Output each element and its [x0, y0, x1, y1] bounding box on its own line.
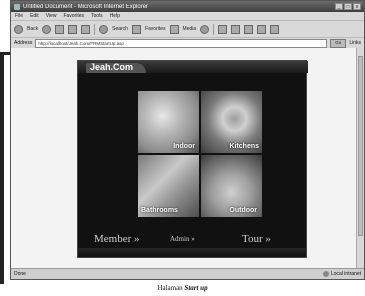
figure-caption: Halaman Start up [0, 284, 365, 292]
close-button[interactable]: x [353, 3, 361, 10]
page-content: Jeah.Com Indoor Kitchens Bathrooms Outdo… [11, 48, 364, 268]
minimize-button[interactable]: _ [335, 3, 343, 10]
tile-indoor[interactable]: Indoor [138, 91, 199, 153]
nav-member-link[interactable]: Member » [94, 233, 140, 245]
vertical-scrollbar[interactable] [356, 48, 364, 268]
media-label[interactable]: Media [183, 26, 197, 32]
status-text: Done [14, 271, 26, 277]
toolbar-separator [213, 23, 215, 35]
mail-icon[interactable] [218, 24, 228, 34]
favorites-label[interactable]: Favorites [145, 26, 166, 32]
ie-icon [14, 3, 20, 10]
forward-icon[interactable] [42, 24, 52, 34]
back-icon[interactable] [14, 24, 23, 34]
address-label: Address [14, 40, 33, 46]
menu-help[interactable]: Help [110, 13, 120, 19]
stop-icon[interactable] [55, 24, 65, 34]
search-label[interactable]: Search [112, 26, 128, 32]
menu-bar: File Edit View Favorites Tools Help [11, 12, 364, 20]
links-label[interactable]: Links [349, 40, 361, 46]
media-icon[interactable] [169, 24, 179, 34]
bottom-nav: Member » Admin » Tour » [78, 233, 306, 257]
menu-favorites[interactable]: Favorites [63, 13, 84, 19]
tile-bathrooms[interactable]: Bathrooms [138, 155, 199, 217]
back-label[interactable]: Back [27, 26, 38, 32]
tile-label: Kitchens [229, 143, 259, 150]
caption-emphasis: Start up [184, 284, 208, 292]
browser-window: Untitled Document - Microsoft Internet E… [10, 0, 365, 280]
menu-tools[interactable]: Tools [91, 13, 103, 19]
tile-label: Outdoor [229, 207, 257, 214]
refresh-icon[interactable] [68, 24, 78, 34]
status-zone: Local intranet [322, 271, 361, 277]
nav-tour-link[interactable]: Tour » [242, 233, 271, 245]
scrollbar-thumb[interactable] [358, 56, 363, 236]
address-input[interactable]: http://localhost/Jeah.Com/FRMStartUp.asp [35, 38, 328, 48]
globe-icon [322, 271, 329, 277]
edit-icon[interactable] [244, 24, 254, 34]
title-bar: Untitled Document - Microsoft Internet E… [11, 1, 364, 12]
status-bar: Done Local intranet [11, 268, 364, 279]
document-border-left [0, 52, 4, 284]
menu-file[interactable]: File [15, 13, 23, 19]
discuss-icon[interactable] [257, 24, 267, 34]
messenger-icon[interactable] [270, 24, 280, 34]
history-icon[interactable] [200, 24, 210, 34]
tile-kitchens[interactable]: Kitchens [201, 91, 262, 153]
menu-view[interactable]: View [46, 13, 57, 19]
window-controls: _ □ x [335, 3, 361, 10]
tile-label: Bathrooms [141, 207, 178, 214]
window-title: Untitled Document - Microsoft Internet E… [23, 3, 149, 10]
zone-label: Local intranet [330, 271, 361, 277]
menu-edit[interactable]: Edit [30, 13, 39, 19]
go-button[interactable]: Go [330, 38, 347, 48]
nav-admin-link[interactable]: Admin » [170, 235, 195, 243]
site-logo[interactable]: Jeah.Com [90, 61, 133, 73]
site-header: Jeah.Com [78, 61, 308, 73]
favorites-icon[interactable] [131, 24, 141, 34]
toolbar: Back Search Favorites Media [11, 20, 364, 38]
print-icon[interactable] [231, 24, 241, 34]
search-icon[interactable] [99, 24, 109, 34]
nav-bar-background [78, 248, 306, 256]
tile-outdoor[interactable]: Outdoor [201, 155, 262, 217]
category-grid: Indoor Kitchens Bathrooms Outdoor [138, 91, 262, 217]
jeah-site-frame: Jeah.Com Indoor Kitchens Bathrooms Outdo… [77, 60, 308, 258]
toolbar-separator [94, 23, 96, 35]
maximize-button[interactable]: □ [344, 3, 352, 10]
home-icon[interactable] [81, 24, 91, 34]
caption-prefix: Halaman [157, 284, 183, 292]
tile-label: Indoor [173, 143, 195, 150]
